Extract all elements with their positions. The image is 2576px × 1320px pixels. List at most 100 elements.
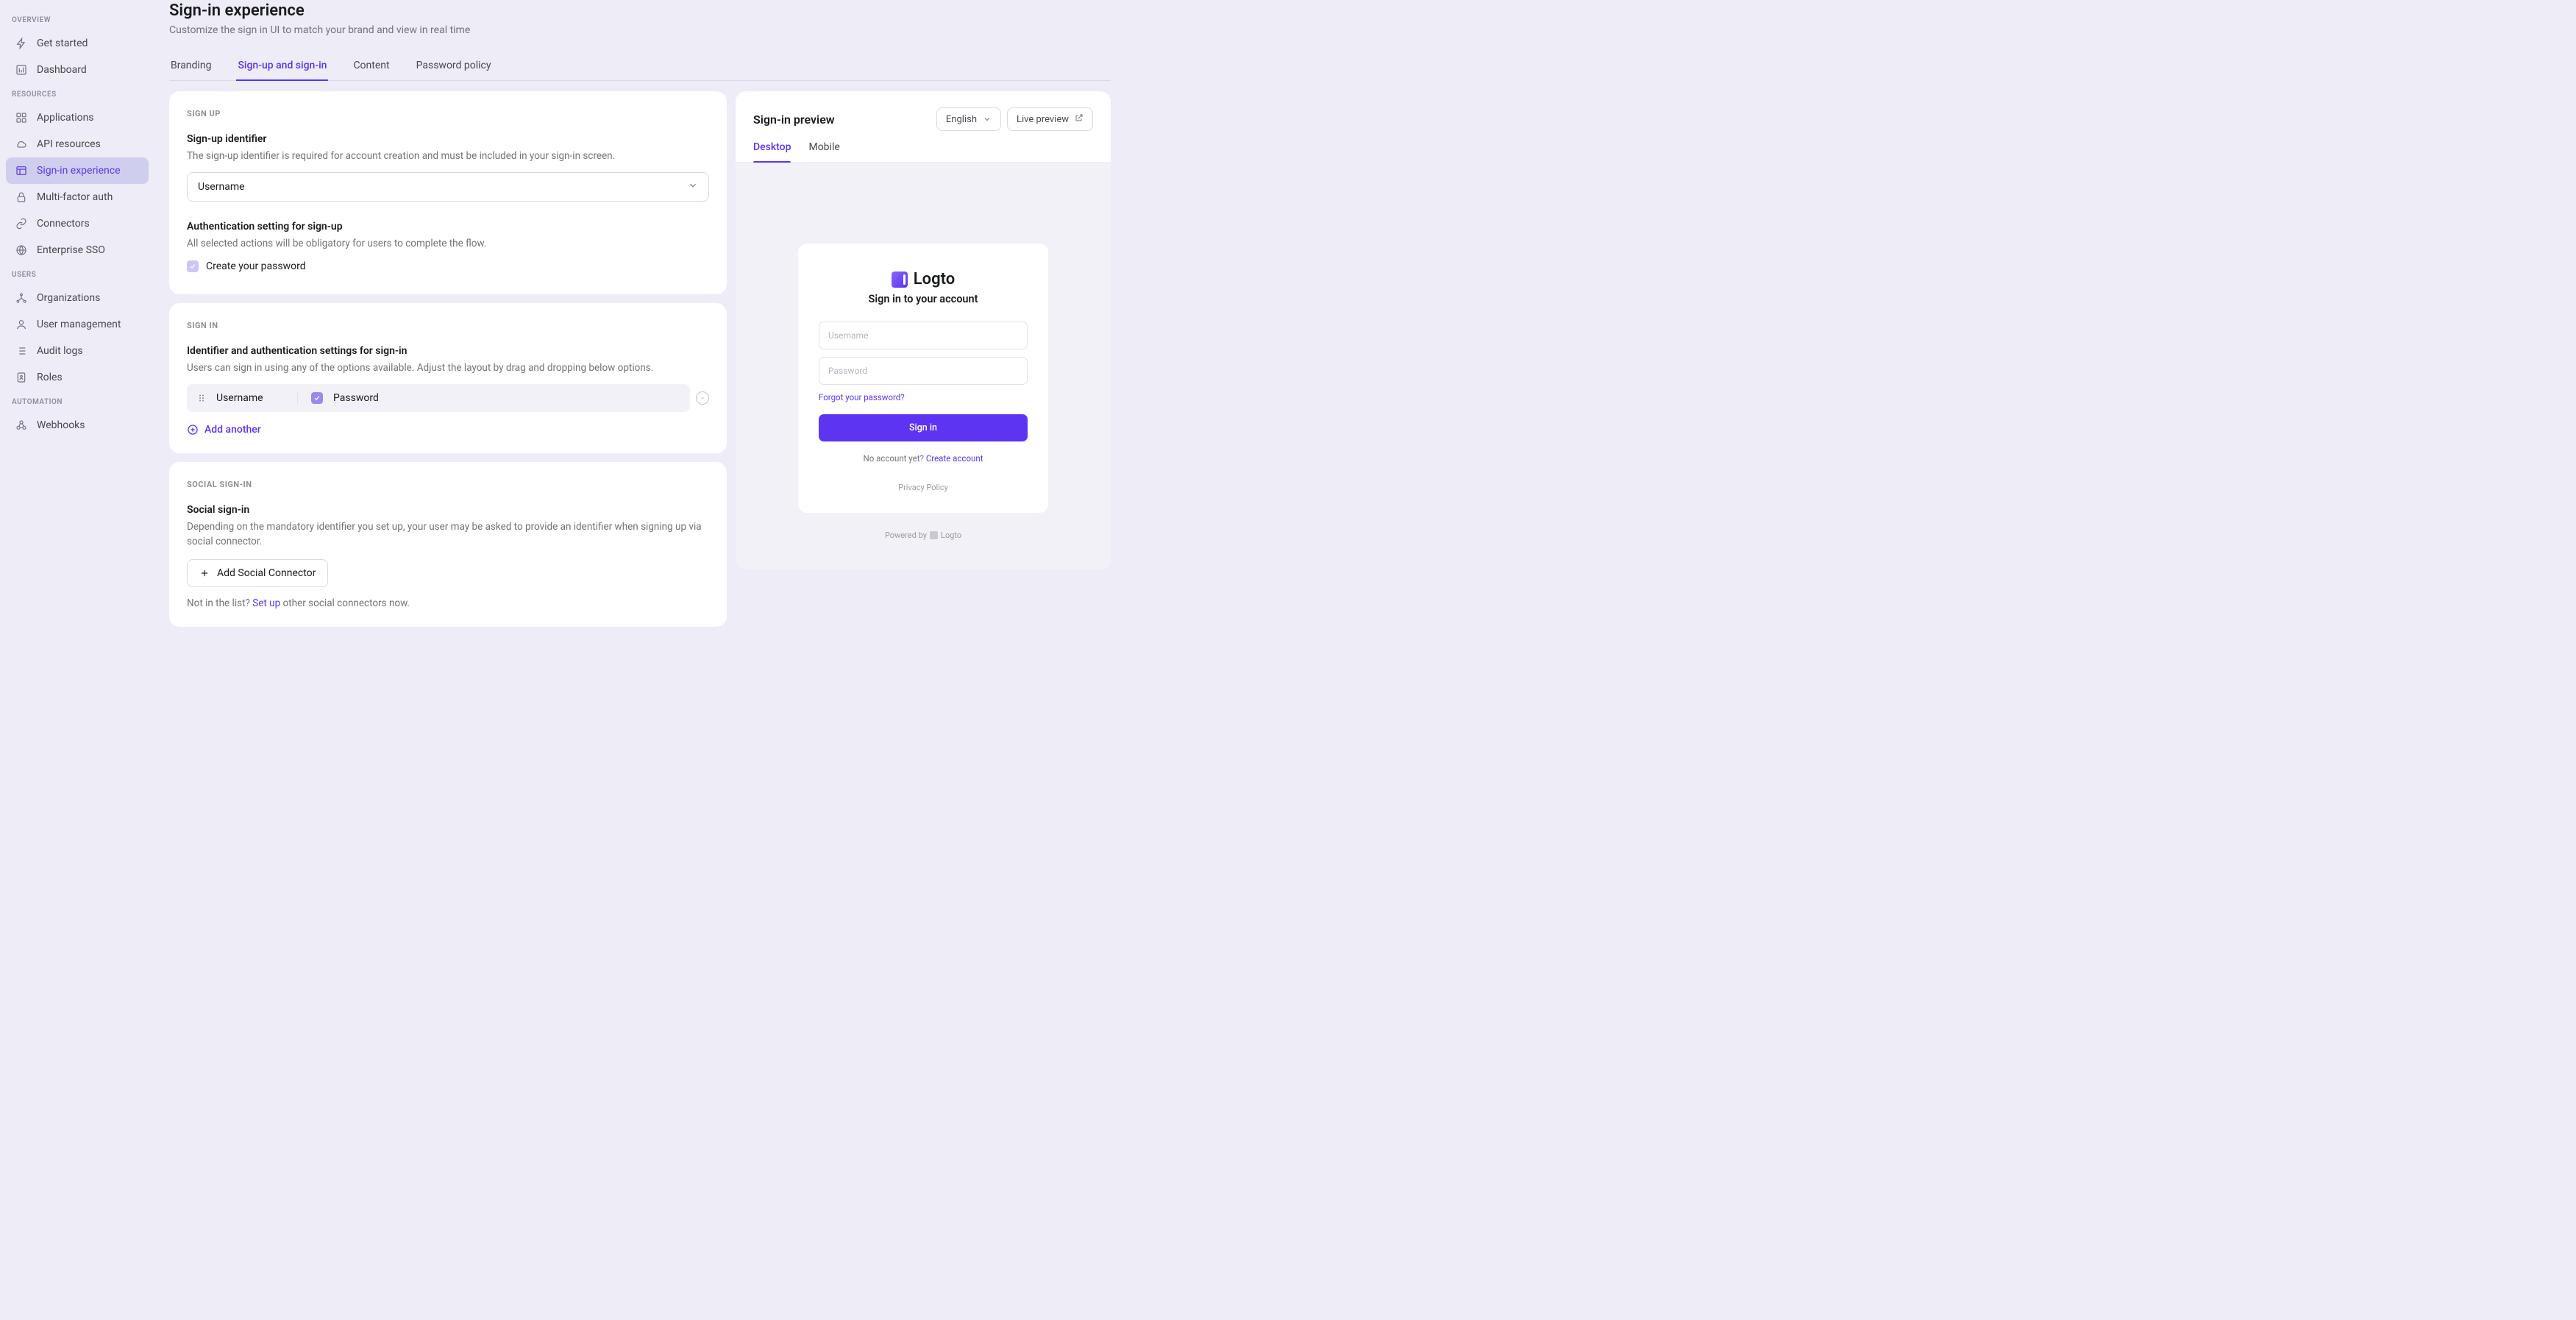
signup-card: SIGN UP Sign-up identifier The sign-up i… (169, 91, 727, 294)
external-link-icon (1075, 113, 1084, 125)
tab-password-policy[interactable]: Password policy (415, 52, 493, 80)
sidebar-item-webhooks[interactable]: Webhooks (6, 412, 149, 439)
signin-card: SIGN IN Identifier and authentication se… (169, 303, 727, 453)
grid-icon (15, 111, 28, 124)
building-icon (15, 244, 28, 257)
preview-heading: Sign in to your account (819, 293, 1028, 305)
add-social-connector-label: Add Social Connector (217, 567, 316, 579)
add-another-label: Add another (204, 424, 261, 436)
preview-tab-desktop[interactable]: Desktop (753, 141, 791, 162)
sidebar-item-enterprise-sso[interactable]: Enterprise SSO (6, 237, 149, 263)
preview-tab-mobile[interactable]: Mobile (808, 141, 839, 162)
preview-title: Sign-in preview (753, 113, 835, 127)
sidebar-item-label: Enterprise SSO (37, 244, 105, 256)
tab-branding[interactable]: Branding (169, 52, 213, 80)
preview-body: Logto Sign in to your account Username P… (736, 163, 1111, 569)
sidebar-item-label: Get started (37, 38, 88, 49)
signup-identifier-desc: The sign-up identifier is required for a… (187, 149, 709, 163)
sidebar-item-label: User management (37, 319, 121, 330)
sidebar-item-dashboard[interactable]: Dashboard (6, 57, 149, 83)
org-icon (15, 291, 28, 305)
page-title: Sign-in experience (169, 0, 1111, 20)
list-icon (15, 344, 28, 358)
sidebar-item-audit-logs[interactable]: Audit logs (6, 338, 149, 364)
setup-link[interactable]: Set up (252, 597, 280, 609)
checkbox-checked-icon (187, 260, 199, 272)
drag-handle-icon[interactable] (197, 393, 206, 403)
sidebar-item-label: API resources (37, 138, 101, 150)
logo-icon (892, 272, 908, 288)
live-preview-button[interactable]: Live preview (1007, 107, 1093, 131)
preview-logo: Logto (819, 270, 1028, 288)
sidebar-item-label: Applications (37, 112, 94, 124)
dashboard-icon (15, 63, 28, 77)
logo-small-icon (930, 531, 938, 539)
signin-identifier-label: Username (216, 392, 287, 404)
create-account-link[interactable]: Create account (926, 453, 983, 464)
live-preview-label: Live preview (1017, 114, 1069, 125)
sidebar-item-label: Connectors (37, 218, 90, 230)
cloud-icon (15, 138, 28, 151)
language-select[interactable]: English (936, 107, 1001, 131)
signup-auth-title: Authentication setting for sign-up (187, 221, 709, 233)
signin-section-label: SIGN IN (187, 321, 709, 330)
checkbox-checked-icon[interactable] (311, 392, 323, 404)
signin-method-row[interactable]: Username Password (187, 384, 690, 412)
webhook-icon (15, 419, 28, 432)
social-hint: Not in the list? Set up other social con… (187, 597, 709, 609)
forgot-password-link[interactable]: Forgot your password? (819, 392, 1028, 402)
preview-window: Logto Sign in to your account Username P… (798, 244, 1048, 513)
signup-identifier-select[interactable]: Username (187, 172, 709, 202)
tab-signup-signin[interactable]: Sign-up and sign-in (236, 52, 328, 80)
sidebar-item-sign-in-experience[interactable]: Sign-in experience (6, 157, 149, 184)
create-password-checkbox-row[interactable]: Create your password (187, 260, 709, 272)
sidebar-section-resources: RESOURCES (6, 83, 149, 104)
signin-title: Identifier and authentication settings f… (187, 345, 709, 357)
add-social-connector-button[interactable]: Add Social Connector (187, 559, 328, 587)
signup-identifier-value: Username (198, 181, 245, 193)
page-subtitle: Customize the sign in UI to match your b… (169, 24, 1111, 36)
add-another-button[interactable]: Add another (187, 424, 709, 436)
sidebar-item-user-management[interactable]: User management (6, 311, 149, 338)
sidebar-section-automation: AUTOMATION (6, 391, 149, 412)
signup-identifier-title: Sign-up identifier (187, 133, 709, 145)
sidebar-item-connectors[interactable]: Connectors (6, 210, 149, 237)
layout-icon (15, 164, 28, 177)
sidebar-item-api-resources[interactable]: API resources (6, 131, 149, 157)
preview-panel: Sign-in preview English Live preview Des (736, 91, 1111, 569)
sidebar-item-get-started[interactable]: Get started (6, 30, 149, 57)
powered-by: Powered by Logto (885, 531, 961, 540)
preview-password-input[interactable]: Password (819, 357, 1028, 385)
social-card: SOCIAL SIGN-IN Social sign-in Depending … (169, 462, 727, 628)
vertical-divider (297, 392, 298, 404)
badge-icon (15, 371, 28, 384)
tab-content[interactable]: Content (352, 52, 391, 80)
lightning-icon (15, 37, 28, 50)
sidebar-item-roles[interactable]: Roles (6, 364, 149, 391)
user-icon (15, 318, 28, 331)
social-desc: Depending on the mandatory identifier yo… (187, 519, 709, 550)
signup-section-label: SIGN UP (187, 109, 709, 118)
sidebar: OVERVIEW Get started Dashboard RESOURCES… (0, 0, 154, 1320)
sidebar-section-users: USERS (6, 263, 149, 285)
sidebar-item-organizations[interactable]: Organizations (6, 285, 149, 311)
preview-username-input[interactable]: Username (819, 322, 1028, 349)
remove-button[interactable] (696, 391, 709, 405)
social-section-label: SOCIAL SIGN-IN (187, 480, 709, 489)
privacy-link[interactable]: Privacy Policy (819, 483, 1028, 492)
signin-desc: Users can sign in using any of the optio… (187, 361, 709, 375)
social-title: Social sign-in (187, 504, 709, 516)
sidebar-item-label: Dashboard (37, 64, 87, 76)
create-password-label: Create your password (206, 260, 306, 272)
sidebar-item-label: Roles (37, 372, 63, 383)
link-icon (15, 217, 28, 230)
sidebar-item-mfa[interactable]: Multi-factor auth (6, 184, 149, 210)
preview-signin-button[interactable]: Sign in (819, 414, 1028, 441)
tabs: Branding Sign-up and sign-in Content Pas… (169, 52, 1111, 81)
preview-brand: Logto (914, 270, 955, 288)
chevron-down-icon (688, 180, 698, 194)
main-content: Sign-in experience Customize the sign in… (154, 0, 1125, 1320)
sidebar-item-applications[interactable]: Applications (6, 104, 149, 131)
lock-icon (15, 191, 28, 204)
sidebar-item-label: Multi-factor auth (37, 191, 113, 203)
